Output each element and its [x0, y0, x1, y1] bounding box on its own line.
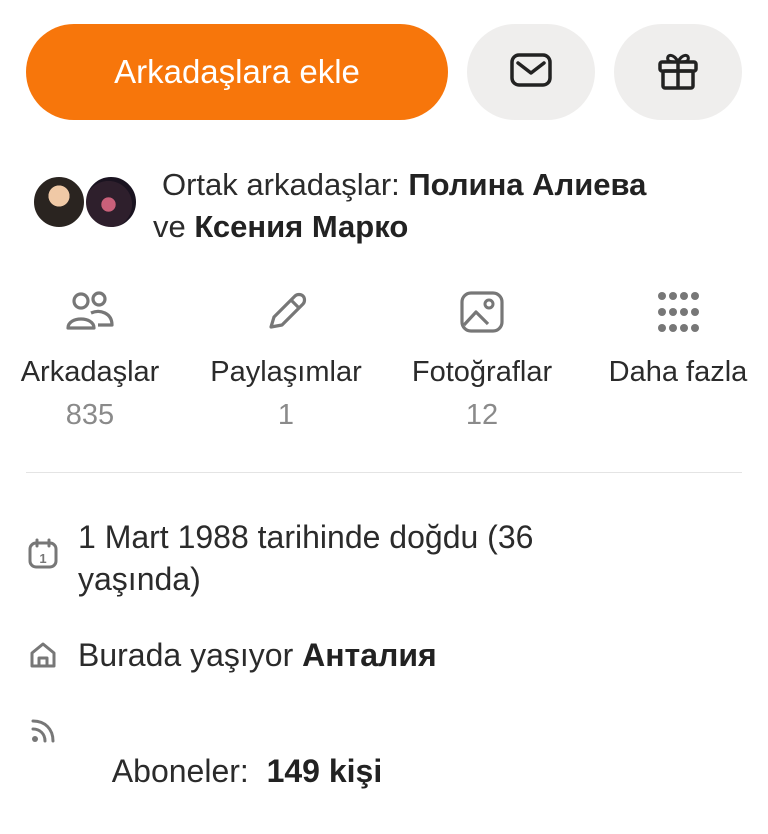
mutual-friend-1-name[interactable]: Полина Алиева — [408, 167, 646, 202]
grid-dots-icon — [588, 284, 768, 340]
mutual-friend-avatar-2[interactable] — [84, 175, 138, 229]
add-friend-label: Arkadaşlara ekle — [114, 53, 360, 90]
home-icon — [26, 634, 60, 670]
mutual-friends-text[interactable]: Ortak arkadaşlar: Полина Алиева ve Ксени… — [153, 164, 752, 248]
gift-icon — [656, 49, 700, 96]
stat-photos-label: Fotoğraflar — [411, 356, 553, 388]
divider — [26, 472, 742, 473]
calendar-icon: 1 — [26, 516, 60, 570]
message-button[interactable] — [467, 24, 595, 120]
stat-posts-label: Paylaşımlar — [210, 356, 362, 388]
svg-text:1: 1 — [39, 551, 46, 566]
location-city[interactable]: Анталия — [302, 637, 437, 673]
stat-friends-count: 835 — [65, 399, 115, 431]
mutual-and: ve — [153, 209, 195, 244]
stat-photos-count: 12 — [465, 399, 499, 431]
stat-more-label: Daha fazla — [608, 356, 748, 388]
subscribers-text: Aboneler: 149 kişi — [78, 708, 382, 834]
stat-posts-count: 1 — [277, 399, 295, 431]
location-prefix: Burada yaşıyor — [78, 637, 303, 673]
add-friend-button[interactable]: Arkadaşlara ekle — [26, 24, 448, 120]
gift-button[interactable] — [614, 24, 742, 120]
birthday-row: 1 1 Mart 1988 tarihinde doğdu (36 yaşınd… — [26, 516, 658, 600]
subscribers-count[interactable]: 149 kişi — [267, 753, 383, 789]
stat-posts[interactable]: Paylaşımlar 1 — [196, 284, 376, 432]
stat-friends[interactable]: Arkadaşlar 835 — [0, 284, 180, 432]
stat-photos[interactable]: Fotoğraflar 12 — [392, 284, 572, 432]
friends-icon — [0, 284, 180, 340]
rss-icon — [26, 708, 60, 746]
pencil-icon — [196, 284, 376, 340]
mutual-friend-2-name[interactable]: Ксения Марко — [194, 209, 408, 244]
envelope-icon — [509, 52, 553, 93]
mutual-friend-avatar-1[interactable] — [32, 175, 86, 229]
subscribers-row[interactable]: Aboneler: 149 kişi — [26, 708, 382, 834]
location-text: Burada yaşıyor Анталия — [78, 634, 437, 676]
stat-friends-label: Arkadaşlar — [20, 356, 160, 388]
location-row: Burada yaşıyor Анталия — [26, 634, 437, 676]
birthday-text: 1 Mart 1988 tarihinde doğdu (36 yaşında) — [78, 519, 534, 597]
mutual-prefix: Ortak arkadaşlar: — [162, 167, 409, 202]
photo-icon — [392, 284, 572, 340]
subscribers-prefix: Aboneler: — [111, 753, 267, 789]
stat-more[interactable]: Daha fazla — [588, 284, 768, 399]
